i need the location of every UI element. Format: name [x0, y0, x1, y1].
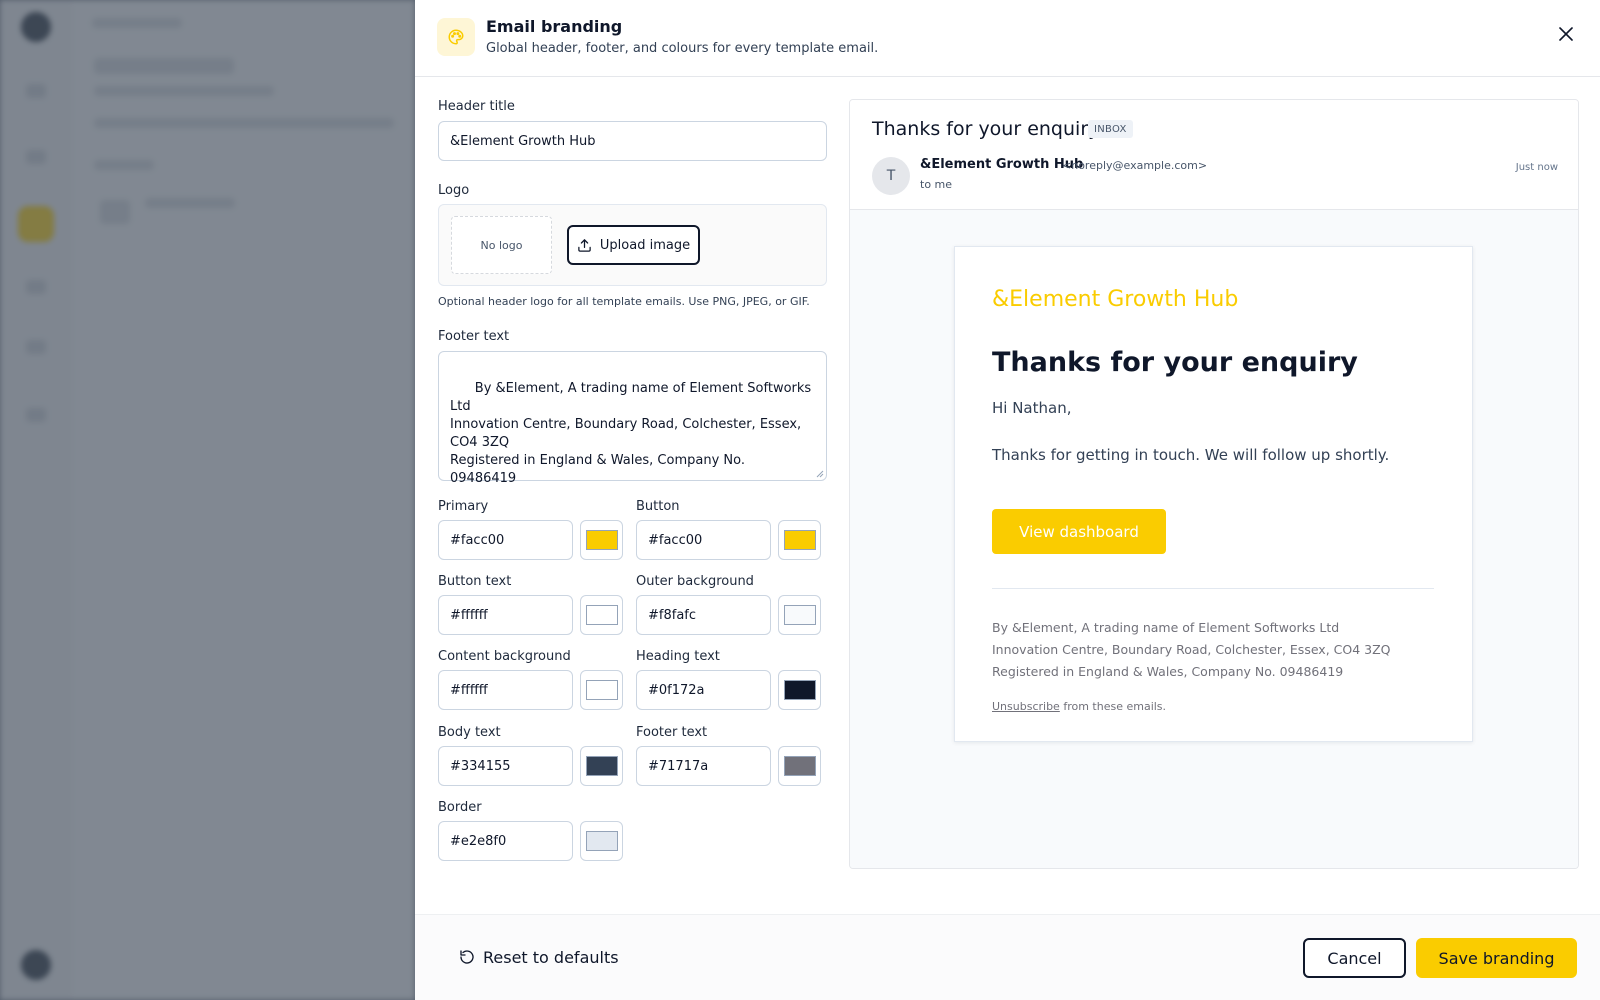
color-field-button-text: Button text #ffffff — [438, 574, 623, 635]
color-label: Body text — [438, 725, 501, 740]
palette-icon — [437, 18, 475, 56]
button-color-input[interactable]: #facc00 — [636, 520, 771, 560]
email-greeting: Hi Nathan, — [992, 399, 1072, 417]
panel-footer: Reset to defaults Cancel Save branding — [415, 914, 1600, 1000]
resize-handle-icon[interactable] — [816, 470, 824, 478]
content-background-color-picker[interactable] — [580, 670, 623, 710]
footer-text-color-input[interactable]: #71717a — [636, 746, 771, 786]
footer-text-textarea[interactable]: By &Element, A trading name of Element S… — [438, 351, 827, 486]
logo-hint: Optional header logo for all template em… — [438, 295, 810, 308]
color-swatch — [783, 756, 816, 776]
footer-text-label: Footer text — [438, 329, 510, 344]
close-icon — [1559, 27, 1573, 41]
logo-label: Logo — [438, 183, 470, 198]
border-color-picker[interactable] — [580, 821, 623, 861]
footer-text-value: By &Element, A trading name of Element S… — [450, 381, 812, 486]
footer-text-color-picker[interactable] — [778, 746, 821, 786]
unsubscribe-link[interactable]: Unsubscribe — [992, 700, 1060, 713]
email-timestamp: Just now — [1515, 162, 1558, 173]
content-background-color-input[interactable]: #ffffff — [438, 670, 573, 710]
reset-label: Reset to defaults — [483, 947, 619, 967]
unsubscribe-text: from these emails. — [1059, 700, 1167, 713]
color-label: Outer background — [636, 574, 754, 589]
header-title-label: Header title — [438, 99, 515, 114]
email-heading: Thanks for your enquiry — [992, 347, 1358, 378]
email-preview: Thanks for your enquiry INBOX T &Element… — [849, 99, 1579, 869]
close-button[interactable] — [1554, 22, 1578, 46]
color-field-button: Button #facc00 — [636, 499, 821, 560]
sender-name: &Element Growth Hub — [920, 157, 1084, 172]
email-brand-title: &Element Growth Hub — [992, 287, 1239, 312]
modal-backdrop[interactable] — [0, 0, 415, 1000]
panel-header: Email branding Global header, footer, an… — [415, 0, 1600, 77]
color-swatch — [585, 831, 618, 851]
body-text-color-picker[interactable] — [580, 746, 623, 786]
email-outer-background: &Element Growth Hub Thanks for your enqu… — [850, 210, 1578, 868]
primary-color-input[interactable]: #facc00 — [438, 520, 573, 560]
sender-avatar: T — [872, 157, 910, 195]
logo-placeholder: No logo — [451, 216, 552, 274]
sender-email: <noreply@example.com> — [1062, 159, 1208, 172]
color-field-content-background: Content background #ffffff — [438, 649, 623, 710]
upload-image-button[interactable]: Upload image — [567, 225, 700, 265]
button-text-color-picker[interactable] — [580, 595, 623, 635]
color-field-border: Border #e2e8f0 — [438, 800, 623, 861]
color-field-body-text: Body text #334155 — [438, 725, 623, 786]
color-label: Button text — [438, 574, 512, 589]
color-field-primary: Primary #facc00 — [438, 499, 623, 560]
outer-background-color-input[interactable]: #f8fafc — [636, 595, 771, 635]
email-branding-panel: Email branding Global header, footer, an… — [415, 0, 1600, 1000]
color-label: Border — [438, 800, 482, 815]
upload-icon — [578, 238, 591, 252]
outer-background-color-picker[interactable] — [778, 595, 821, 635]
heading-text-color-picker[interactable] — [778, 670, 821, 710]
inbox-badge: INBOX — [1088, 120, 1133, 138]
color-label: Heading text — [636, 649, 720, 664]
color-field-footer-text: Footer text #71717a — [636, 725, 821, 786]
view-dashboard-button[interactable]: View dashboard — [992, 509, 1166, 554]
color-field-outer-background: Outer background #f8fafc — [636, 574, 821, 635]
primary-color-picker[interactable] — [580, 520, 623, 560]
color-swatch — [783, 680, 816, 700]
email-footer-text: By &Element, A trading name of Element S… — [992, 620, 1391, 679]
unsubscribe-line: Unsubscribe from these emails. — [992, 700, 1166, 713]
header-title-input[interactable]: &Element Growth Hub — [438, 121, 827, 161]
email-divider — [992, 588, 1434, 589]
email-body: Thanks for getting in touch. We will fol… — [992, 446, 1390, 464]
color-swatch — [783, 605, 816, 625]
color-swatch — [585, 605, 618, 625]
button-color-picker[interactable] — [778, 520, 821, 560]
email-content-card: &Element Growth Hub Thanks for your enqu… — [954, 246, 1473, 742]
color-swatch — [585, 680, 618, 700]
panel-title: Email branding — [486, 17, 623, 36]
border-color-input[interactable]: #e2e8f0 — [438, 821, 573, 861]
color-label: Button — [636, 499, 680, 514]
preview-subject: Thanks for your enquiry — [872, 118, 1100, 140]
color-field-heading-text: Heading text #0f172a — [636, 649, 821, 710]
color-label: Footer text — [636, 725, 708, 740]
panel-subtitle: Global header, footer, and colours for e… — [486, 41, 879, 56]
button-text-color-input[interactable]: #ffffff — [438, 595, 573, 635]
logo-upload-area: No logo Upload image — [438, 204, 827, 286]
color-label: Primary — [438, 499, 489, 514]
branding-form: Header title &Element Growth Hub Logo No… — [438, 99, 828, 861]
color-label: Content background — [438, 649, 571, 664]
color-swatch — [585, 756, 618, 776]
cancel-button[interactable]: Cancel — [1303, 938, 1406, 978]
heading-text-color-input[interactable]: #0f172a — [636, 670, 771, 710]
reset-icon — [460, 950, 474, 964]
preview-header: Thanks for your enquiry INBOX T &Element… — [850, 100, 1578, 210]
color-swatch — [783, 530, 816, 550]
reset-to-defaults-button[interactable]: Reset to defaults — [459, 942, 619, 972]
body-text-color-input[interactable]: #334155 — [438, 746, 573, 786]
upload-image-label: Upload image — [599, 237, 691, 253]
save-branding-button[interactable]: Save branding — [1416, 938, 1577, 978]
color-swatch — [585, 530, 618, 550]
recipient-text: to me — [920, 178, 953, 191]
